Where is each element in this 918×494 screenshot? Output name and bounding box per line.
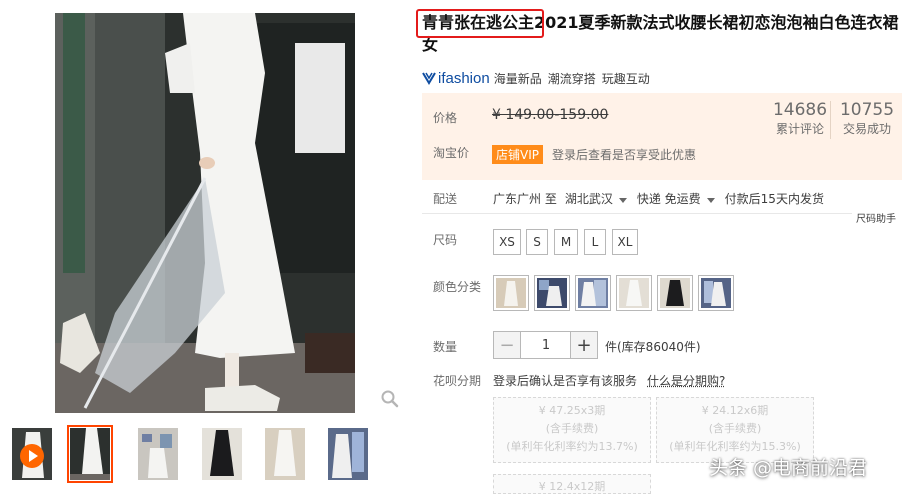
quantity-input[interactable]: [521, 332, 571, 358]
color-label: 颜色分类: [433, 280, 482, 294]
taobao-price-label: 淘宝价: [433, 146, 470, 160]
price-panel: 价格 ¥ 149.00-159.00 淘宝价 店铺VIP 登录后查看是否享受此优…: [422, 93, 902, 180]
size-option-xl[interactable]: XL: [612, 229, 638, 255]
color-option-4[interactable]: [616, 275, 652, 311]
color-option-2[interactable]: [534, 275, 570, 311]
shipping-method: 快递 免运费: [636, 192, 701, 206]
brand-tag-fun: 玩趣互动: [601, 71, 650, 86]
plan-amount: ¥ 24.12x6期: [701, 404, 769, 417]
shipping-label: 配送: [433, 192, 458, 206]
size-option-m[interactable]: M: [554, 229, 578, 255]
shipping-destination: 湖北武汉: [564, 192, 613, 206]
product-photo-image: [55, 13, 355, 413]
huabei-label: 花呗分期: [433, 374, 482, 388]
size-option-l[interactable]: L: [584, 229, 606, 255]
quantity-label: 数量: [433, 340, 458, 354]
color-option-3[interactable]: [575, 275, 611, 311]
plan-amount: ¥ 12.4x12期: [538, 480, 606, 493]
brand-row: ifashion 海量新品 潮流穿搭 玩趣互动: [422, 68, 656, 88]
vip-badge[interactable]: 店铺VIP: [492, 145, 543, 164]
chevron-down-icon: [706, 198, 715, 203]
sales-stat: 10755 交易成功: [838, 99, 896, 137]
plan-amount: ¥ 47.25x3期: [538, 404, 606, 417]
reviews-count: 14686: [772, 100, 828, 120]
shipping-destination-select[interactable]: 湖北武汉: [565, 190, 637, 207]
sales-count: 10755: [839, 100, 895, 120]
brand-tag-style: 潮流穿搭: [547, 71, 596, 86]
quantity-stepper: − +: [493, 331, 598, 359]
size-option-s[interactable]: S: [526, 229, 548, 255]
vip-note: 登录后查看是否享受此优惠: [552, 148, 697, 162]
shipping-row: 广东广州 至 湖北武汉 快递 免运费 付款后15天内发货: [493, 190, 824, 207]
thumbnail-video[interactable]: [12, 428, 52, 480]
price-range: ¥ 149.00-159.00: [492, 107, 609, 123]
chevron-down-icon: [618, 198, 627, 203]
brand-tag-new: 海量新品: [493, 71, 542, 86]
price-label: 价格: [433, 111, 458, 125]
quantity-minus-button[interactable]: −: [494, 332, 521, 358]
quantity-plus-button[interactable]: +: [570, 332, 597, 358]
sales-label: 交易成功: [842, 122, 891, 136]
main-product-photo[interactable]: [55, 13, 355, 413]
thumbnail-1[interactable]: [67, 425, 113, 483]
thumbnail-strip: [12, 425, 372, 484]
watermark-text: 头条 @电商前沿君: [709, 457, 868, 479]
size-helper-link[interactable]: 尺码助手: [856, 210, 896, 225]
play-icon: [20, 444, 44, 468]
section-divider: [422, 213, 852, 214]
reviews-label: 累计评论: [775, 122, 824, 136]
brand-logo-text: ifashion: [438, 69, 490, 87]
title-highlight-box: [416, 9, 544, 38]
plan-rate: (单利年化利率约为13.7%): [506, 440, 638, 453]
plan-fee: (含手续费): [708, 422, 762, 435]
size-option-xs[interactable]: XS: [493, 229, 521, 255]
thumbnail-5[interactable]: [328, 428, 368, 480]
installment-plan-3[interactable]: ¥ 47.25x3期 (含手续费) (单利年化利率约为13.7%): [493, 397, 651, 463]
size-label: 尺码: [433, 233, 458, 247]
shipping-from: 广东广州 至: [493, 192, 557, 206]
thumbnail-2[interactable]: [138, 428, 178, 480]
reviews-stat[interactable]: 14686 累计评论: [772, 99, 828, 137]
shipping-promise: 付款后15天内发货: [724, 192, 824, 206]
thumbnail-4[interactable]: [265, 428, 305, 480]
ifashion-logo-icon[interactable]: ifashion: [422, 70, 490, 87]
installment-plan-12[interactable]: ¥ 12.4x12期: [493, 474, 651, 494]
thumbnail-3[interactable]: [202, 428, 242, 480]
color-option-6[interactable]: [698, 275, 734, 311]
huabei-note: 登录后确认是否享有该服务: [493, 374, 638, 388]
color-option-1[interactable]: [493, 275, 529, 311]
color-option-5[interactable]: [657, 275, 693, 311]
stat-divider: [830, 101, 831, 139]
huabei-help-link[interactable]: 什么是分期购?: [647, 372, 725, 389]
plan-fee: (含手续费): [545, 422, 599, 435]
stock-info: 件(库存86040件): [605, 340, 701, 354]
search-icon[interactable]: [380, 389, 400, 409]
shipping-method-select[interactable]: 快递 免运费: [637, 190, 725, 207]
